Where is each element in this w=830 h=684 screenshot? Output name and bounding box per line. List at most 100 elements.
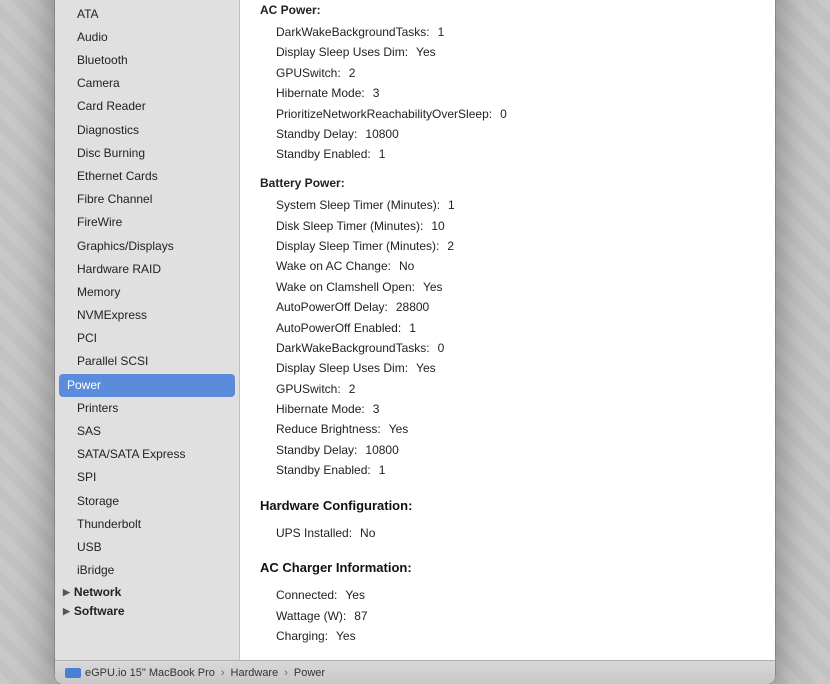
row-value: 1 bbox=[448, 195, 455, 215]
row-label: Standby Delay: bbox=[276, 440, 357, 460]
hw-config-title: Hardware Configuration: bbox=[260, 495, 755, 517]
row-label: Hibernate Mode: bbox=[276, 399, 365, 419]
row-label: Charging: bbox=[276, 626, 328, 646]
table-row: Reduce Brightness: Yes bbox=[276, 419, 755, 439]
row-value: Yes bbox=[416, 42, 436, 62]
row-label: AutoPowerOff Delay: bbox=[276, 297, 388, 317]
ac-charger-title: AC Charger Information: bbox=[260, 557, 755, 579]
table-row: Wake on AC Change: No bbox=[276, 256, 755, 276]
sidebar-item-ethernet-cards[interactable]: Ethernet Cards bbox=[55, 165, 239, 188]
sidebar-item-pci[interactable]: PCI bbox=[55, 327, 239, 350]
sidebar-item-storage[interactable]: Storage bbox=[55, 490, 239, 513]
row-value: 10800 bbox=[365, 440, 398, 460]
table-row: Standby Enabled: 1 bbox=[276, 144, 755, 164]
row-value: 0 bbox=[438, 338, 445, 358]
sidebar-item-camera[interactable]: Camera bbox=[55, 72, 239, 95]
table-row: AutoPowerOff Enabled: 1 bbox=[276, 318, 755, 338]
breadcrumb-arrow-1: › bbox=[221, 667, 225, 679]
row-value: 28800 bbox=[396, 297, 429, 317]
row-value: 3 bbox=[373, 399, 380, 419]
statusbar-breadcrumb2: Power bbox=[294, 667, 325, 679]
table-row: Charging: Yes bbox=[276, 626, 755, 646]
row-value: 2 bbox=[447, 236, 454, 256]
row-label: Standby Enabled: bbox=[276, 460, 371, 480]
row-value: No bbox=[399, 256, 414, 276]
row-value: 2 bbox=[349, 379, 356, 399]
row-value: 10800 bbox=[365, 124, 398, 144]
table-row: PrioritizeNetworkReachabilityOverSleep: … bbox=[276, 104, 755, 124]
sidebar-item-sas[interactable]: SAS bbox=[55, 420, 239, 443]
table-row: DarkWakeBackgroundTasks: 1 bbox=[276, 22, 755, 42]
network-label: Network bbox=[74, 585, 121, 599]
statusbar: eGPU.io 15" MacBook Pro › Hardware › Pow… bbox=[55, 660, 775, 684]
row-value: 3 bbox=[373, 83, 380, 103]
network-section-header[interactable]: ▶ Network bbox=[55, 582, 239, 601]
row-label: Wake on Clamshell Open: bbox=[276, 277, 415, 297]
row-label: System Sleep Timer (Minutes): bbox=[276, 195, 440, 215]
table-row: Wake on Clamshell Open: Yes bbox=[276, 277, 755, 297]
row-label: Display Sleep Uses Dim: bbox=[276, 42, 408, 62]
sidebar-item-ibridge[interactable]: iBridge bbox=[55, 559, 239, 582]
ac-power-rows: DarkWakeBackgroundTasks: 1 Display Sleep… bbox=[260, 22, 755, 165]
device-icon bbox=[65, 668, 81, 678]
sidebar-item-bluetooth[interactable]: Bluetooth bbox=[55, 49, 239, 72]
hw-config-rows: UPS Installed: No bbox=[260, 523, 755, 543]
table-row: AutoPowerOff Delay: 28800 bbox=[276, 297, 755, 317]
sidebar-item-fibre-channel[interactable]: Fibre Channel bbox=[55, 188, 239, 211]
sidebar-item-nvmexpress[interactable]: NVMExpress bbox=[55, 304, 239, 327]
row-label: Display Sleep Timer (Minutes): bbox=[276, 236, 439, 256]
sidebar-item-usb[interactable]: USB bbox=[55, 536, 239, 559]
row-value: 2 bbox=[349, 63, 356, 83]
row-label: Hibernate Mode: bbox=[276, 83, 365, 103]
sidebar-item-disc-burning[interactable]: Disc Burning bbox=[55, 142, 239, 165]
battery-rows: System Sleep Timer (Minutes): 1 Disk Sle… bbox=[260, 195, 755, 480]
sidebar-item-printers[interactable]: Printers bbox=[55, 397, 239, 420]
hardware-label: Hardware bbox=[76, 0, 131, 1]
row-label: GPUSwitch: bbox=[276, 63, 341, 83]
table-row: Display Sleep Uses Dim: Yes bbox=[276, 42, 755, 62]
ac-power-section-title: AC Power: bbox=[260, 0, 755, 20]
row-value: No bbox=[360, 523, 375, 543]
table-row: Display Sleep Uses Dim: Yes bbox=[276, 358, 755, 378]
statusbar-device: eGPU.io 15" MacBook Pro bbox=[85, 667, 215, 679]
row-value: 87 bbox=[354, 606, 367, 626]
row-label: Connected: bbox=[276, 585, 337, 605]
sidebar-item-memory[interactable]: Memory bbox=[55, 281, 239, 304]
row-label: Display Sleep Uses Dim: bbox=[276, 358, 408, 378]
table-row: Disk Sleep Timer (Minutes): 10 bbox=[276, 216, 755, 236]
battery-section-title: Battery Power: bbox=[260, 173, 755, 193]
table-row: GPUSwitch: 2 bbox=[276, 63, 755, 83]
sidebar-item-audio[interactable]: Audio bbox=[55, 26, 239, 49]
ac-charger-rows: Connected: Yes Wattage (W): 87 Charging:… bbox=[260, 585, 755, 646]
row-value: 1 bbox=[379, 460, 386, 480]
row-value: 10 bbox=[431, 216, 444, 236]
info-table: AC Power: DarkWakeBackgroundTasks: 1 Dis… bbox=[260, 0, 755, 646]
sidebar-item-graphics-displays[interactable]: Graphics/Displays bbox=[55, 235, 239, 258]
sidebar-item-ata[interactable]: ATA bbox=[55, 3, 239, 26]
sidebar-item-card-reader[interactable]: Card Reader bbox=[55, 95, 239, 118]
row-value: Yes bbox=[416, 358, 436, 378]
row-label: Wattage (W): bbox=[276, 606, 346, 626]
sidebar-item-sata[interactable]: SATA/SATA Express bbox=[55, 443, 239, 466]
software-section-header[interactable]: ▶ Software bbox=[55, 601, 239, 620]
row-label: GPUSwitch: bbox=[276, 379, 341, 399]
software-label: Software bbox=[74, 604, 125, 618]
sidebar-item-power[interactable]: Power bbox=[59, 374, 235, 397]
table-row: Hibernate Mode: 3 bbox=[276, 83, 755, 103]
sidebar-item-diagnostics[interactable]: Diagnostics bbox=[55, 119, 239, 142]
table-row: Wattage (W): 87 bbox=[276, 606, 755, 626]
row-label: Standby Enabled: bbox=[276, 144, 371, 164]
sidebar-item-thunderbolt[interactable]: Thunderbolt bbox=[55, 513, 239, 536]
table-row: Hibernate Mode: 3 bbox=[276, 399, 755, 419]
row-label: PrioritizeNetworkReachabilityOverSleep: bbox=[276, 104, 492, 124]
row-value: 0 bbox=[500, 104, 507, 124]
table-row: UPS Installed: No bbox=[276, 523, 755, 543]
sidebar-item-firewire[interactable]: FireWire bbox=[55, 211, 239, 234]
sidebar-item-hardware-raid[interactable]: Hardware RAID bbox=[55, 258, 239, 281]
table-row: DarkWakeBackgroundTasks: 0 bbox=[276, 338, 755, 358]
table-row: Standby Delay: 10800 bbox=[276, 440, 755, 460]
sidebar-item-spi[interactable]: SPI bbox=[55, 466, 239, 489]
table-row: Standby Delay: 10800 bbox=[276, 124, 755, 144]
row-label: DarkWakeBackgroundTasks: bbox=[276, 22, 430, 42]
sidebar-item-parallel-scsi[interactable]: Parallel SCSI bbox=[55, 350, 239, 373]
